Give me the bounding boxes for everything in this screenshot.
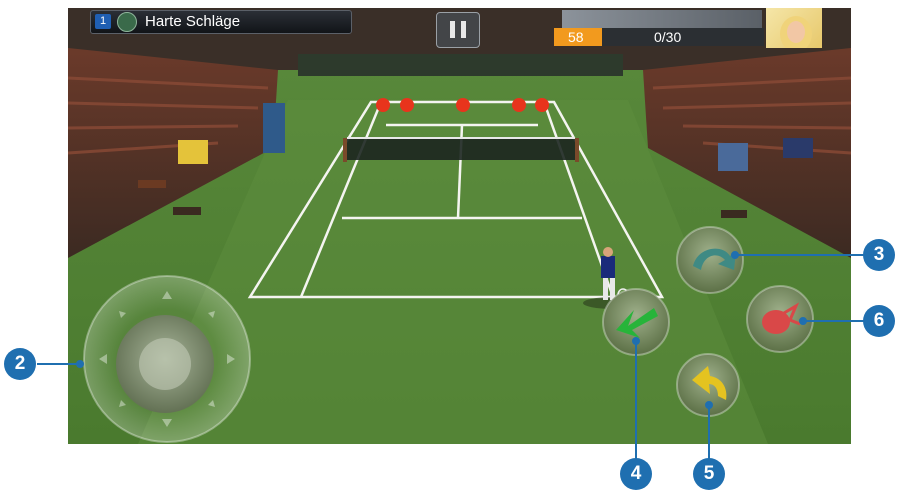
opponent-avatar bbox=[766, 8, 822, 52]
level-title: Harte Schläge bbox=[145, 13, 241, 30]
callout-2: 2 bbox=[4, 348, 36, 380]
callout-6: 6 bbox=[863, 305, 895, 337]
court-back-board bbox=[298, 54, 623, 76]
lob-button[interactable] bbox=[676, 226, 744, 294]
score-progress-bar: 58 0/30 bbox=[554, 28, 764, 46]
pause-icon-bar bbox=[461, 21, 466, 38]
courtside-box bbox=[178, 140, 208, 164]
tennis-ball-icon bbox=[117, 12, 137, 32]
callout-4: 4 bbox=[620, 458, 652, 490]
game-viewport[interactable]: 1 Harte Schläge 58 0/30 bbox=[68, 8, 851, 444]
tennis-net bbox=[347, 138, 575, 160]
callout-5: 5 bbox=[693, 458, 725, 490]
level-title-bar: 1 Harte Schläge bbox=[90, 10, 352, 34]
pause-icon bbox=[450, 21, 455, 38]
target-progress: 0/30 bbox=[654, 29, 682, 45]
tennis-court-scene bbox=[68, 8, 851, 444]
score-header-bar bbox=[562, 10, 762, 28]
topspin-button[interactable] bbox=[676, 353, 740, 417]
slice-button[interactable] bbox=[602, 288, 670, 356]
power-shot-button[interactable] bbox=[746, 285, 814, 353]
joystick[interactable] bbox=[83, 275, 251, 443]
score-value: 58 bbox=[568, 29, 584, 45]
pause-button[interactable] bbox=[436, 12, 480, 48]
score-panel: 58 0/30 bbox=[554, 8, 822, 52]
level-badge: 1 bbox=[95, 14, 111, 29]
callout-3: 3 bbox=[863, 239, 895, 271]
umpire-chair bbox=[263, 103, 285, 153]
